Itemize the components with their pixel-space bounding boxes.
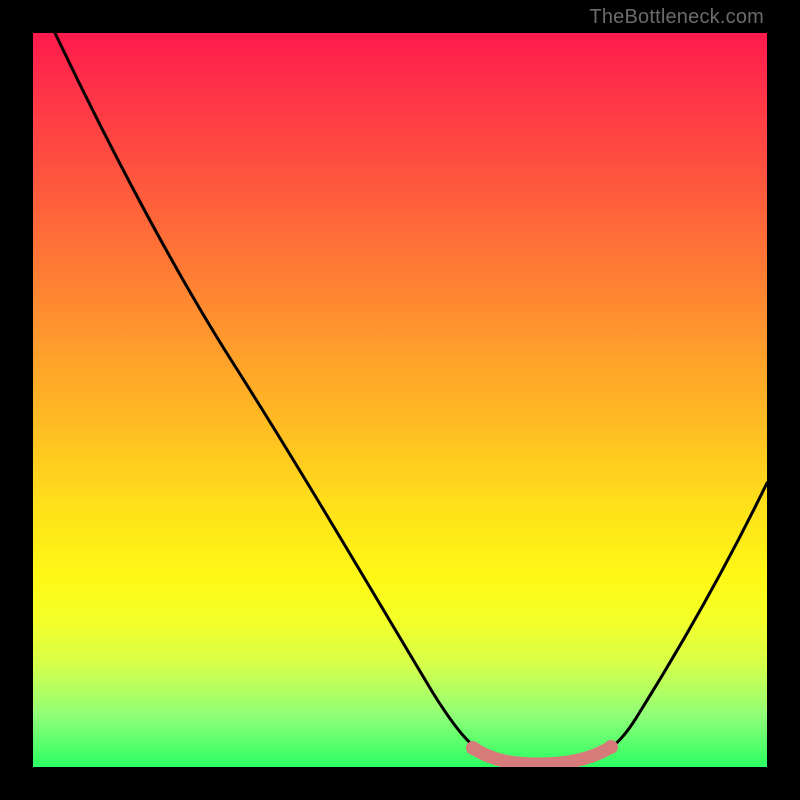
plot-area: [33, 33, 767, 767]
bottleneck-curve: [55, 33, 767, 763]
highlight-endpoint-right: [604, 740, 618, 754]
attribution-text: TheBottleneck.com: [589, 6, 764, 29]
highlight-band: [473, 747, 611, 764]
highlight-endpoint-left: [466, 741, 480, 755]
chart-svg: [33, 33, 767, 767]
